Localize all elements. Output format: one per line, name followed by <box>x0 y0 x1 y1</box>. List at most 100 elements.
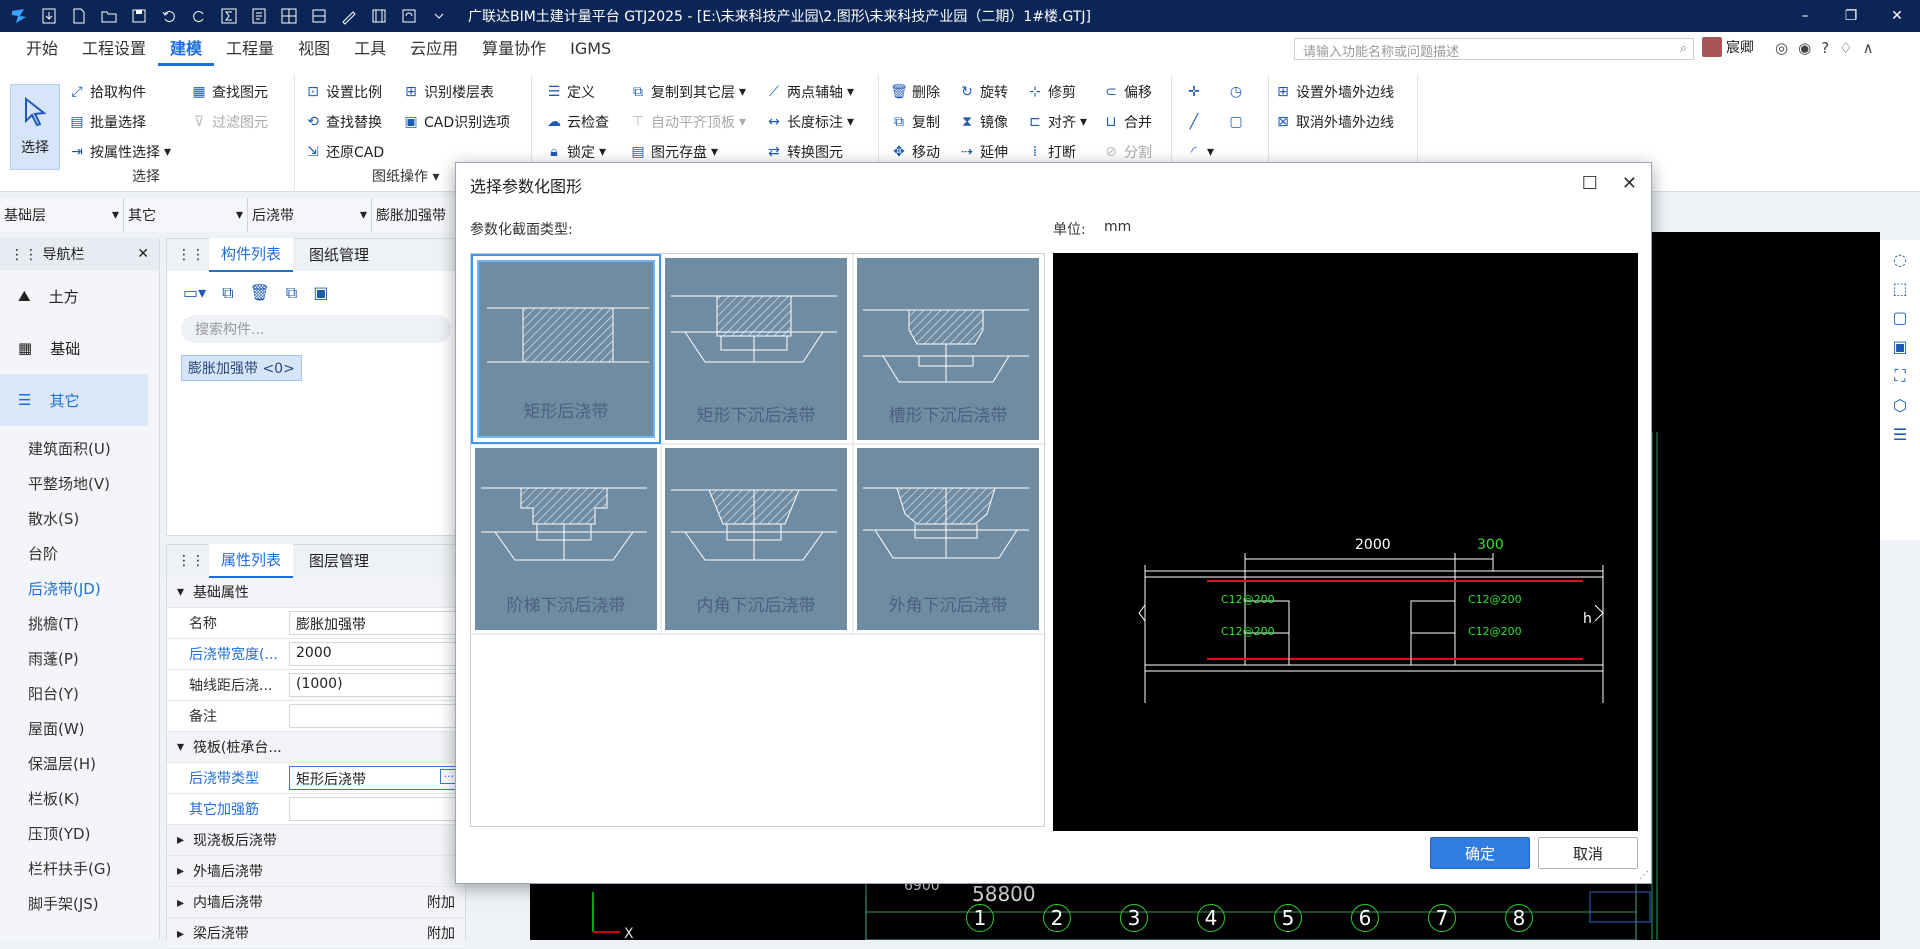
menu-tab-view[interactable]: 视图 <box>286 32 342 66</box>
select-button[interactable]: 选择 <box>10 84 60 170</box>
move-button[interactable]: ✥ 移动 <box>890 140 940 164</box>
prop-value-name[interactable]: 膨胀加强带 <box>289 611 461 635</box>
identify-floor-table-button[interactable]: ⊞ 识别楼层表 <box>402 80 494 104</box>
open-folder-icon[interactable] <box>96 3 122 29</box>
nav-item-site-level[interactable]: 平整场地(V) <box>0 467 159 502</box>
menu-tab-collab[interactable]: 算量协作 <box>470 32 558 66</box>
tab-property-list[interactable]: 属性列表 <box>209 544 294 578</box>
set-scale-button[interactable]: ⊡ 设置比例 <box>304 80 382 104</box>
nav-item-steps[interactable]: 台阶 <box>0 537 159 572</box>
length-dimension-button[interactable]: ↔ 长度标注 ▾ <box>765 110 854 134</box>
group-label-drawing-ops[interactable]: 图纸操作 ▾ <box>372 166 439 186</box>
sum-icon[interactable] <box>216 3 242 29</box>
shape-step-sunken-strip[interactable]: 阶梯下沉后浇带 <box>471 444 661 634</box>
fullscreen-icon[interactable]: ⛶ <box>1894 366 1905 386</box>
function-search-input[interactable]: 请输入功能名称或问题描述 ⌕ <box>1294 38 1694 60</box>
cloud-check-button[interactable]: ☁ 云检查 <box>545 110 609 134</box>
undo-icon[interactable] <box>156 3 182 29</box>
menu-tab-quantity[interactable]: 工程量 <box>214 32 286 66</box>
floor-select[interactable]: 基础层 ▾ <box>0 198 124 232</box>
tab-layer-management[interactable]: 图层管理 <box>297 545 381 577</box>
delete-component-icon[interactable]: 🗑︎ <box>250 283 270 303</box>
shape-outer-corner-sunken-strip[interactable]: 外角下沉后浇带 <box>853 444 1043 634</box>
extend-button[interactable]: ⇢ 延伸 <box>958 140 1008 164</box>
select-by-property-button[interactable]: ⇥ 按属性选择 ▾ <box>68 140 171 164</box>
nav-item-building-area[interactable]: 建筑面积(U) <box>0 432 159 467</box>
pick-component-button[interactable]: ⤢ 拾取构件 <box>68 80 146 104</box>
menu-tab-modeling[interactable]: 建模 <box>158 32 215 66</box>
rotate-button[interactable]: ↻ 旋转 <box>958 80 1008 104</box>
prop-value-extra-rebar[interactable] <box>289 797 461 821</box>
menu-tab-igms[interactable]: IGMS <box>558 32 623 66</box>
collapse-ribbon-icon[interactable]: ∧ <box>1863 39 1874 57</box>
resize-grip-icon[interactable]: ⋰ <box>1639 870 1649 881</box>
headset-icon[interactable]: ◎ <box>1775 39 1788 57</box>
save-icon[interactable] <box>126 3 152 29</box>
minimize-button[interactable]: – <box>1782 0 1828 32</box>
set-outer-wall-button[interactable]: ⊞ 设置外墙外边线 <box>1274 80 1394 104</box>
menu-tab-project-settings[interactable]: 工程设置 <box>70 32 158 66</box>
shirt-icon[interactable]: ♢ <box>1839 39 1852 57</box>
nav-item-post-pour-strip[interactable]: 后浇带(JD) <box>0 572 159 607</box>
find-element-button[interactable]: ▦ 查找图元 <box>190 80 268 104</box>
nav-item-coping[interactable]: 压顶(YD) <box>0 817 159 852</box>
point-draw-button[interactable]: ✛ <box>1185 80 1203 104</box>
3d-view-icon[interactable]: ⬚ <box>1892 279 1907 298</box>
break-button[interactable]: ⁞ 打断 <box>1026 140 1076 164</box>
shape-rect-strip[interactable]: 矩形后浇带 <box>471 254 661 444</box>
notes-icon[interactable]: ☰ <box>1893 425 1907 444</box>
nav-item-canopy[interactable]: 雨蓬(P) <box>0 642 159 677</box>
prop-value-width[interactable]: 2000 <box>289 642 461 666</box>
prop-value-axis-distance[interactable]: (1000) <box>289 673 461 697</box>
report-icon[interactable] <box>246 3 272 29</box>
cancel-button[interactable]: 取消 <box>1538 837 1638 869</box>
nav-item-railing[interactable]: 栏杆扶手(G) <box>0 852 159 887</box>
ruler-icon[interactable] <box>366 3 392 29</box>
copy-to-floor-button[interactable]: ⧉ 复制到其它层 ▾ <box>629 80 746 104</box>
align-button[interactable]: ⊏ 对齐 ▾ <box>1026 110 1087 134</box>
copy-component-icon[interactable]: ⧉ <box>222 283 233 303</box>
help-icon[interactable]: ? <box>1821 39 1829 57</box>
cad-options-button[interactable]: ▣ CAD识别选项 <box>402 110 510 134</box>
find-replace-button[interactable]: ⟲ 查找替换 <box>304 110 382 134</box>
prop-value-remark[interactable] <box>289 704 461 728</box>
copy-button[interactable]: ⧉ 复制 <box>890 110 940 134</box>
shape-rect-sunken-strip[interactable]: 矩形下沉后浇带 <box>661 254 851 444</box>
batch-select-button[interactable]: ▤ 批量选择 <box>68 110 146 134</box>
cube-icon[interactable]: ▢ <box>1892 308 1907 327</box>
new-component-icon[interactable]: ▭▾ <box>183 283 206 303</box>
section-raft[interactable]: ▾ 筏板(桩承台... <box>167 732 465 763</box>
nav-item-scaffold[interactable]: 脚手架(JS) <box>0 887 159 922</box>
nav-item-insulation[interactable]: 保温层(H) <box>0 747 159 782</box>
nav-item-roof[interactable]: 屋面(W) <box>0 712 159 747</box>
component-select[interactable]: 膨胀加强带 <box>372 198 460 232</box>
offset-button[interactable]: ⊂ 偏移 <box>1102 80 1152 104</box>
nav-item-parapet[interactable]: 栏板(K) <box>0 782 159 817</box>
grid-icon[interactable] <box>276 3 302 29</box>
section-beam-strip[interactable]: ▸ 梁后浇带 附加 <box>167 918 465 949</box>
pen-icon[interactable] <box>336 3 362 29</box>
section-outer-wall-strip[interactable]: ▸ 外墙后浇带 <box>167 856 465 887</box>
component-search-input[interactable]: 搜索构件... <box>181 315 451 343</box>
filter-element-button[interactable]: ⊽ 过滤图元 <box>190 110 268 134</box>
prop-value-strip-type[interactable]: 矩形后浇带 ··· <box>289 766 461 790</box>
nav-cat-other[interactable]: ☰ 其它 <box>0 374 148 426</box>
import-icon[interactable] <box>36 3 62 29</box>
view-cube-icon[interactable]: ⬡ <box>1893 396 1907 415</box>
restore-cad-button[interactable]: ⇲ 还原CAD <box>304 140 384 164</box>
menu-tab-tools[interactable]: 工具 <box>342 32 398 66</box>
menu-tab-start[interactable]: 开始 <box>14 32 70 66</box>
circle-draw-button[interactable]: ◷ <box>1227 80 1245 104</box>
line-draw-button[interactable]: ╱ <box>1185 110 1203 134</box>
mirror-button[interactable]: ⧗ 镜像 <box>958 110 1008 134</box>
dialog-maximize-icon[interactable]: ☐ <box>1582 173 1598 194</box>
tab-drawing-management[interactable]: 图纸管理 <box>297 239 381 271</box>
trim-button[interactable]: ⊹ 修剪 <box>1026 80 1076 104</box>
app-logo-icon[interactable] <box>6 3 32 29</box>
define-button[interactable]: ☰ 定义 <box>545 80 595 104</box>
section-slab-strip[interactable]: ▸ 现浇板后浇带 <box>167 825 465 856</box>
type-select[interactable]: 后浇带 ▾ <box>248 198 372 232</box>
rect-draw-button[interactable]: ▢ <box>1227 110 1245 134</box>
nav-cat-earthwork[interactable]: ⛰︎ 土方 <box>0 270 159 322</box>
nav-cat-foundation[interactable]: ▦ 基础 <box>0 322 159 374</box>
